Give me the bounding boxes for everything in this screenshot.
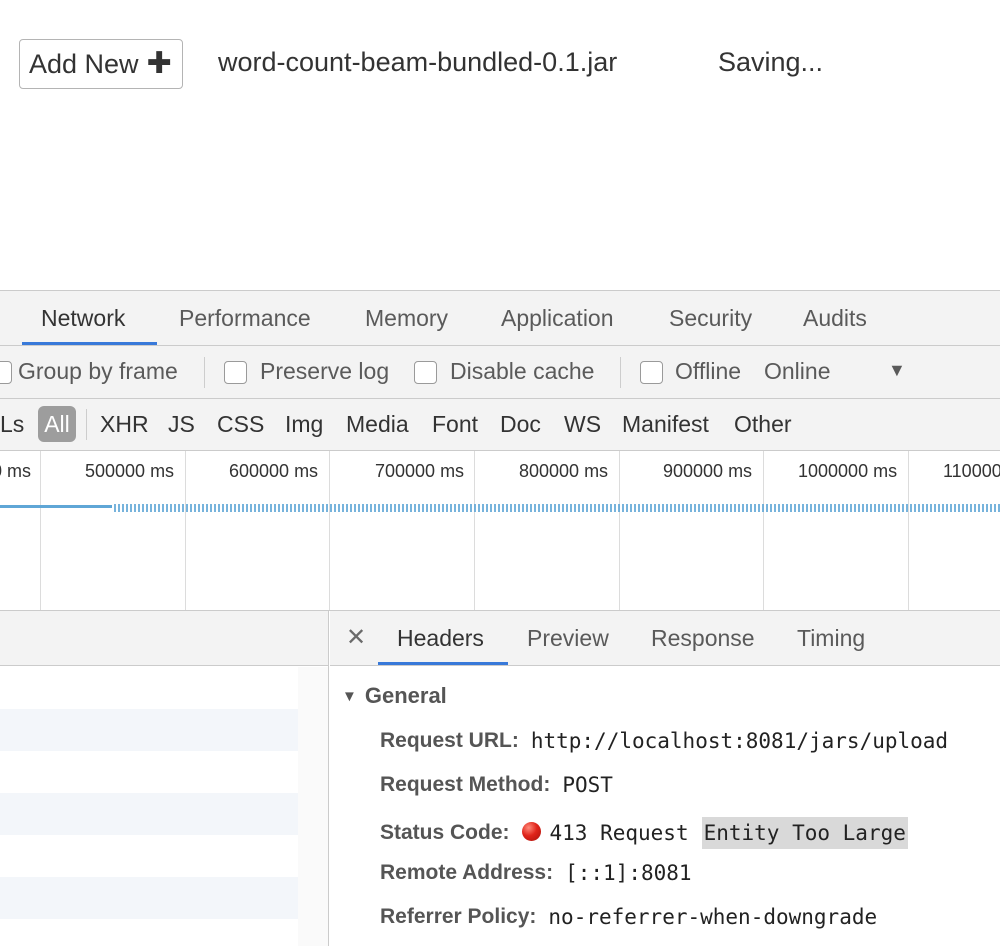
- preserve-log-checkbox[interactable]: [224, 361, 247, 384]
- table-row[interactable]: [0, 919, 298, 946]
- triangle-down-icon: ▼: [342, 688, 357, 705]
- disable-cache-checkbox[interactable]: [414, 361, 437, 384]
- throttling-select[interactable]: Online: [764, 358, 830, 385]
- timeline-gridline: [185, 451, 186, 610]
- filter-img[interactable]: Img: [285, 411, 323, 438]
- request-url-label: Request URL:: [380, 729, 519, 752]
- tab-response[interactable]: Response: [651, 625, 755, 652]
- request-method-row: Request Method: POST: [380, 773, 613, 797]
- timeline-gridline: [40, 451, 41, 610]
- table-row[interactable]: [0, 709, 298, 751]
- group-by-frame-checkbox[interactable]: [0, 361, 12, 384]
- tab-memory[interactable]: Memory: [365, 305, 448, 332]
- status-code-value: 413 Request: [549, 821, 689, 845]
- add-new-button[interactable]: Add New ✚: [19, 39, 183, 89]
- resource-type-filter-bar: Ls All XHR JS CSS Img Media Font Doc WS …: [0, 399, 1000, 451]
- timeline-gridline: [619, 451, 620, 610]
- tab-network[interactable]: Network: [41, 305, 125, 332]
- status-code-label: Status Code:: [380, 821, 510, 844]
- request-list: [0, 611, 329, 946]
- filter-xhr[interactable]: XHR: [100, 411, 149, 438]
- close-icon[interactable]: ✕: [346, 623, 366, 652]
- timeline-activity-bar: [0, 505, 112, 508]
- status-code-highlight: Entity Too Large: [701, 817, 908, 849]
- timeline-activity-bar: [114, 504, 1000, 512]
- request-list-header: [0, 611, 328, 666]
- toolbar-divider: [204, 357, 205, 388]
- network-split-view: ✕ Headers Preview Response Timing ▼ Gener…: [0, 611, 1000, 946]
- remote-address-row: Remote Address: [::1]:8081: [380, 861, 692, 885]
- referrer-policy-row: Referrer Policy: no-referrer-when-downgr…: [380, 905, 877, 929]
- tab-timing[interactable]: Timing: [797, 625, 865, 652]
- saving-status: Saving...: [718, 47, 824, 77]
- request-method-value: POST: [562, 773, 613, 797]
- timeline-gridline: [908, 451, 909, 610]
- filter-font[interactable]: Font: [432, 411, 478, 438]
- tab-headers[interactable]: Headers: [397, 625, 484, 652]
- request-url-row: Request URL: http://localhost:8081/jars/…: [380, 729, 948, 753]
- request-url-value: http://localhost:8081/jars/upload: [530, 729, 949, 753]
- timeline-overview[interactable]: 0 ms 500000 ms 600000 ms 700000 ms 80000…: [0, 451, 1000, 611]
- filter-media[interactable]: Media: [346, 411, 409, 438]
- timeline-tick-label: 0 ms: [0, 461, 32, 481]
- timeline-gridline: [763, 451, 764, 610]
- active-tab-indicator: [22, 342, 157, 345]
- remote-address-value: [::1]:8081: [565, 861, 692, 885]
- timeline-tick-label: 900000 ms: [663, 461, 753, 481]
- filter-urls[interactable]: Ls: [0, 411, 24, 438]
- remote-address-label: Remote Address:: [380, 861, 554, 884]
- table-row[interactable]: [0, 667, 298, 709]
- request-list-scrollbar[interactable]: [298, 667, 328, 946]
- request-detail-tabs: ✕ Headers Preview Response Timing: [330, 611, 1000, 666]
- referrer-policy-value: no-referrer-when-downgrade: [548, 905, 878, 929]
- tab-security[interactable]: Security: [669, 305, 752, 332]
- referrer-policy-label: Referrer Policy:: [380, 905, 537, 928]
- timeline-tick-label: 600000 ms: [229, 461, 319, 481]
- dropdown-arrow-icon[interactable]: ▼: [888, 360, 906, 381]
- general-section-toggle[interactable]: ▼ General: [342, 683, 447, 709]
- group-by-frame-label: Group by frame: [18, 358, 178, 384]
- request-method-label: Request Method:: [380, 773, 551, 796]
- timeline-tick-label: 500000 ms: [85, 461, 175, 481]
- timeline-gridline: [474, 451, 475, 610]
- filter-all[interactable]: All: [38, 406, 76, 442]
- error-status-icon: [521, 821, 541, 841]
- add-new-label: Add New: [29, 48, 139, 79]
- app-area: Add New ✚ word-count-beam-bundled-0.1.ja…: [0, 0, 1000, 292]
- general-section-title: General: [364, 683, 447, 708]
- tab-preview[interactable]: Preview: [527, 625, 609, 652]
- disable-cache-label: Disable cache: [450, 358, 595, 384]
- table-row[interactable]: [0, 793, 298, 835]
- offline-checkbox[interactable]: [640, 361, 663, 384]
- timeline-tick-label: 1100000 ms: [943, 461, 1000, 481]
- filter-css[interactable]: CSS: [217, 411, 264, 438]
- timeline-tick-label: 800000 ms: [519, 461, 609, 481]
- devtools-panel: Network Performance Memory Application S…: [0, 290, 1000, 946]
- status-code-row: Status Code: 413 Request Entity Too Larg…: [380, 817, 908, 849]
- filter-divider: [86, 409, 87, 440]
- tab-audits[interactable]: Audits: [803, 305, 867, 332]
- filter-other[interactable]: Other: [734, 411, 792, 438]
- preserve-log-label: Preserve log: [260, 358, 390, 384]
- timeline-gridline: [329, 451, 330, 610]
- plus-icon: ✚: [146, 47, 172, 80]
- tab-application[interactable]: Application: [501, 305, 614, 332]
- network-toolbar: Group by frame Preserve log Disable cach…: [0, 346, 1000, 399]
- filter-ws[interactable]: WS: [564, 411, 601, 438]
- devtools-panel-tabs: Network Performance Memory Application S…: [0, 290, 1000, 346]
- timeline-tick-label: 1000000 ms: [798, 461, 898, 481]
- tab-performance[interactable]: Performance: [179, 305, 311, 332]
- table-row[interactable]: [0, 877, 298, 919]
- table-row[interactable]: [0, 751, 298, 793]
- filter-js[interactable]: JS: [168, 411, 195, 438]
- filter-manifest[interactable]: Manifest: [622, 411, 709, 438]
- offline-label: Offline: [675, 358, 742, 384]
- timeline-tick-label: 700000 ms: [375, 461, 465, 481]
- table-row[interactable]: [0, 835, 298, 877]
- filter-doc[interactable]: Doc: [500, 411, 541, 438]
- selected-file-name: word-count-beam-bundled-0.1.jar: [218, 47, 618, 77]
- active-tab-indicator: [378, 662, 508, 665]
- toolbar-divider: [620, 357, 621, 388]
- request-details: ✕ Headers Preview Response Timing ▼ Gener…: [330, 611, 1000, 946]
